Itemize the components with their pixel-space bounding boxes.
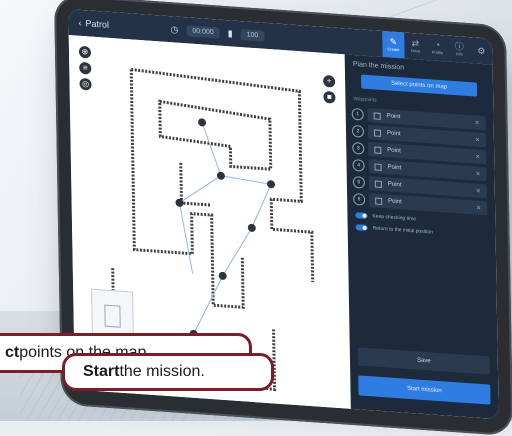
delete-icon[interactable]: ✕ bbox=[476, 187, 481, 194]
battery-icon: ▮ bbox=[227, 27, 233, 39]
top-status: ◷ 00:000 ▮ 100 bbox=[170, 23, 265, 42]
tab-create[interactable]: ✎ Create bbox=[382, 30, 405, 59]
battery-pill: 100 bbox=[240, 28, 265, 42]
checkbox-icon[interactable] bbox=[373, 128, 382, 137]
waypoint bbox=[198, 118, 207, 127]
layers-icon[interactable]: ≡ bbox=[79, 61, 92, 75]
back-button[interactable]: ‹ Patrol bbox=[68, 17, 170, 34]
return-home-toggle[interactable] bbox=[355, 224, 368, 232]
callout-start-mission: Start the mission. bbox=[62, 353, 274, 391]
start-mission-button[interactable]: Start mission bbox=[358, 375, 491, 405]
delete-icon[interactable]: ✕ bbox=[475, 136, 480, 143]
point-label: Point bbox=[387, 147, 402, 155]
settings-icon: ⚙ bbox=[477, 45, 486, 56]
user-icon: ◔ bbox=[434, 39, 441, 51]
checkbox-icon[interactable] bbox=[373, 111, 381, 120]
clock-icon: ◷ bbox=[170, 23, 179, 35]
tab-label: Info bbox=[456, 51, 463, 57]
locate-icon[interactable]: ⊕ bbox=[78, 45, 92, 59]
save-button[interactable]: Save bbox=[357, 347, 491, 375]
checkbox-icon[interactable] bbox=[374, 179, 382, 188]
delete-icon[interactable]: ✕ bbox=[475, 153, 480, 160]
tab-profile[interactable]: ◔ Profile bbox=[426, 34, 448, 62]
time-pill: 00:000 bbox=[186, 24, 220, 39]
chevron-left-icon: ‹ bbox=[78, 17, 82, 28]
stop-icon[interactable]: ■ bbox=[323, 90, 336, 104]
toggle-label: Keep checking time bbox=[372, 213, 417, 223]
waypoint bbox=[216, 171, 225, 180]
back-label: Patrol bbox=[85, 18, 110, 30]
waypoint bbox=[267, 180, 276, 189]
delete-icon[interactable]: ✕ bbox=[476, 204, 481, 211]
point-label: Point bbox=[387, 164, 402, 172]
keep-checking-toggle[interactable] bbox=[355, 212, 368, 219]
delete-icon[interactable]: ✕ bbox=[475, 170, 480, 177]
callout-bold-text: Start bbox=[83, 363, 120, 380]
mission-panel: Plan the mission Select points on map Wa… bbox=[344, 54, 499, 420]
point-number: 3 bbox=[352, 141, 365, 155]
point-number: 5 bbox=[352, 175, 365, 189]
point-number: 1 bbox=[351, 107, 364, 121]
zoom-in-icon[interactable]: + bbox=[323, 74, 336, 88]
tab-settings[interactable]: ⚙ bbox=[470, 37, 492, 65]
toggle-row: Return to the initial position bbox=[355, 224, 488, 239]
target-icon[interactable]: ◎ bbox=[79, 77, 92, 91]
tab-label: Create bbox=[387, 46, 400, 53]
point-number: 2 bbox=[351, 124, 365, 138]
point-number: 4 bbox=[352, 158, 365, 172]
tab-label: Drive bbox=[410, 47, 421, 54]
point-label: Point bbox=[388, 198, 402, 206]
waypoint bbox=[247, 223, 256, 232]
route-line bbox=[178, 175, 222, 274]
tab-label: Profile bbox=[431, 49, 444, 56]
point-label: Point bbox=[386, 130, 401, 138]
checkbox-icon[interactable] bbox=[374, 162, 382, 171]
delete-icon[interactable]: ✕ bbox=[475, 119, 480, 126]
tab-info[interactable]: ⓘ Info bbox=[448, 36, 470, 64]
minimap-viewport bbox=[104, 304, 121, 328]
callout-bold-text: ct bbox=[5, 344, 20, 361]
waypoint bbox=[218, 271, 227, 280]
callout-text: the mission. bbox=[119, 363, 205, 380]
point-label: Point bbox=[387, 181, 402, 189]
point-label: Point bbox=[386, 113, 401, 121]
checkbox-icon[interactable] bbox=[375, 197, 383, 205]
toggle-label: Return to the initial position bbox=[372, 225, 434, 236]
map-wall bbox=[129, 69, 245, 309]
point-number: 6 bbox=[353, 192, 366, 206]
tab-drive[interactable]: ⇄ Drive bbox=[404, 33, 426, 61]
checkbox-icon[interactable] bbox=[374, 145, 382, 154]
